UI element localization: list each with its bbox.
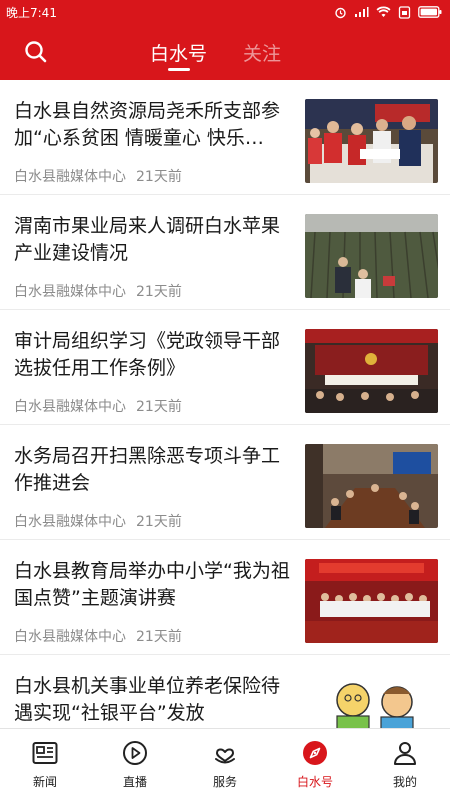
article-time: 21天前: [136, 284, 182, 300]
article-thumbnail: [305, 559, 438, 643]
article-thumbnail: [305, 329, 438, 413]
compass-icon: [301, 739, 329, 767]
charity-event-photo: [305, 99, 438, 183]
article-item[interactable]: 渭南市果业局来人调研白水苹果产业建设情况 白水县融媒体中心 21天前: [0, 195, 450, 310]
article-meta: 白水县融媒体中心 21天前: [14, 166, 182, 186]
article-source: 白水县融媒体中心: [14, 629, 126, 645]
nav-label-news: 新闻: [32, 775, 57, 789]
article-meta: 白水县融媒体中心 21天前: [14, 626, 182, 646]
article-title: 审计局组织学习《党政领导干部选拔任用工作条例》: [14, 330, 281, 379]
article-time: 21天前: [136, 514, 182, 530]
article-thumbnail: [305, 444, 438, 528]
signal-icon: [355, 7, 369, 17]
nav-label-baishuihao: 白水号: [296, 775, 333, 789]
article-source: 白水县融媒体中心: [14, 399, 126, 415]
article-meta: 白水县融媒体中心 21天前: [14, 511, 182, 531]
article-feed[interactable]: 白水县自然资源局尧禾所支部参加“心系贫困 情暖童心 快乐… 白水县融媒体中心 2…: [0, 80, 450, 728]
sim-icon: [398, 5, 411, 19]
service-icon: [211, 739, 239, 767]
article-thumbnail: [305, 99, 438, 183]
article-title: 渭南市果业局来人调研白水苹果产业建设情况: [14, 215, 281, 264]
status-icons: [334, 5, 442, 19]
header-tabs: 白水号 关注: [150, 24, 281, 80]
article-time: 21天前: [136, 629, 182, 645]
user-icon: [391, 739, 419, 767]
conference-room-photo: [305, 444, 438, 528]
top-header: 白水号 关注: [0, 24, 450, 80]
article-item[interactable]: 白水县教育局举办中小学“我为祖国点赞”主题演讲赛 白水县融媒体中心 21天前: [0, 540, 450, 655]
nav-item-service[interactable]: 服务: [185, 729, 265, 800]
article-time: 21天前: [136, 399, 182, 415]
nav-item-baishuihao[interactable]: 白水号: [275, 729, 355, 800]
nav-label-service: 服务: [212, 775, 237, 789]
article-meta: 白水县融媒体中心 21天前: [14, 396, 182, 416]
article-title: 水务局召开扫黑除恶专项斗争工作推进会: [14, 445, 281, 494]
tab-follow[interactable]: 关注: [243, 24, 281, 80]
status-time: 晚上7:41: [6, 5, 57, 20]
nav-label-mine: 我的: [392, 775, 417, 789]
play-icon: [121, 739, 149, 767]
wifi-icon: [376, 6, 391, 17]
bottom-nav: 新闻 直播 服务 白水号 我的: [0, 728, 450, 800]
article-meta: 白水县融媒体中心 21天前: [14, 281, 182, 301]
article-source: 白水县融媒体中心: [14, 169, 126, 185]
orchard-photo: [305, 214, 438, 298]
nav-item-mine[interactable]: 我的: [365, 729, 445, 800]
article-title: 白水县教育局举办中小学“我为祖国点赞”主题演讲赛: [14, 560, 290, 609]
speech-contest-photo: [305, 559, 438, 643]
article-source: 白水县融媒体中心: [14, 284, 126, 300]
article-thumbnail: [305, 674, 438, 728]
article-title: 白水县自然资源局尧禾所支部参加“心系贫困 情暖童心 快乐…: [14, 100, 281, 149]
battery-icon: [418, 6, 442, 18]
article-source: 白水县融媒体中心: [14, 514, 126, 530]
nav-item-live[interactable]: 直播: [95, 729, 175, 800]
nav-label-live: 直播: [122, 775, 147, 789]
alarm-icon: [335, 7, 346, 18]
search-button[interactable]: [22, 38, 50, 66]
article-thumbnail: [305, 214, 438, 298]
status-bar: 晚上7:41: [0, 0, 450, 24]
article-title: 白水县机关事业单位养老保险待遇实现“社银平台”发放: [14, 675, 281, 724]
meeting-hall-photo: [305, 329, 438, 413]
article-item[interactable]: 审计局组织学习《党政领导干部选拔任用工作条例》 白水县融媒体中心 21天前: [0, 310, 450, 425]
news-icon: [31, 739, 59, 767]
article-item[interactable]: 水务局召开扫黑除恶专项斗争工作推进会 白水县融媒体中心 21天前: [0, 425, 450, 540]
article-item[interactable]: 白水县机关事业单位养老保险待遇实现“社银平台”发放: [0, 655, 450, 728]
article-item[interactable]: 白水县自然资源局尧禾所支部参加“心系贫困 情暖童心 快乐… 白水县融媒体中心 2…: [0, 80, 450, 195]
nav-item-news[interactable]: 新闻: [5, 729, 85, 800]
cartoon-illustration: [305, 674, 438, 728]
tab-baishuihao[interactable]: 白水号: [150, 24, 207, 80]
search-icon: [25, 41, 47, 63]
article-time: 21天前: [136, 169, 182, 185]
